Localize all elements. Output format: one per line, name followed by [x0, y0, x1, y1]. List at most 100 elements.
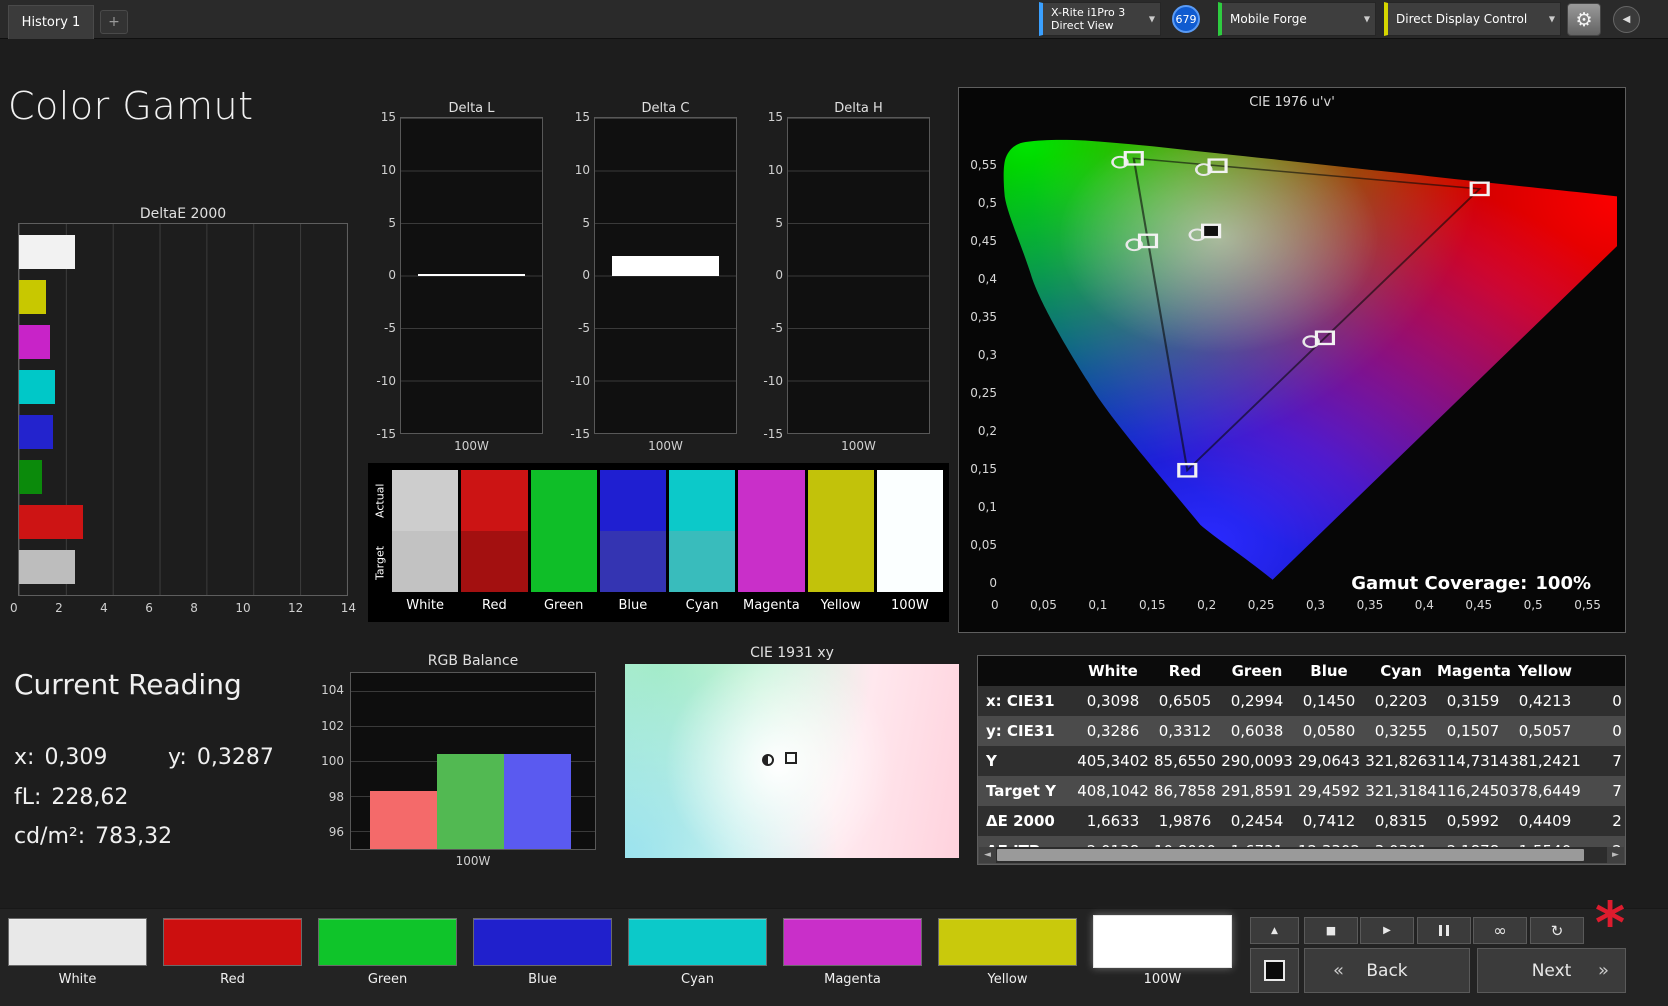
- tcell: 0,2454: [1230, 812, 1284, 830]
- actual-swatch: [738, 470, 805, 531]
- scrollbar-thumb[interactable]: [997, 849, 1584, 861]
- xtick: 0,15: [1138, 598, 1166, 612]
- ytick: 0,45: [970, 234, 997, 248]
- ytick: 0: [775, 268, 783, 283]
- tcell: 0,4213: [1518, 692, 1572, 710]
- ytick: 10: [767, 162, 783, 177]
- gamut-coverage-value: 100%: [1535, 573, 1591, 594]
- tcell: 291,8591: [1221, 782, 1293, 800]
- deltae-bar: [36, 324, 51, 359]
- app-window: History 1 + X-Rite i1Pro 3 Direct View ▼…: [0, 0, 1668, 1006]
- patch-label: Cyan: [681, 972, 714, 987]
- tcell: 0,6505: [1158, 692, 1212, 710]
- ytick: -5: [578, 321, 590, 336]
- tcell: 0,5057: [1518, 722, 1572, 740]
- next-button[interactable]: Next »: [1477, 948, 1626, 993]
- rgb-bars: [370, 673, 571, 849]
- ytick: 0,4: [977, 272, 997, 286]
- tcol: White: [1088, 662, 1138, 680]
- deltae-row-white: [19, 233, 347, 271]
- meter-dropdown[interactable]: X-Rite i1Pro 3 Direct View ▼: [1039, 2, 1161, 36]
- patch-button-cyan[interactable]: [628, 918, 767, 966]
- cie1976-y-axis-labels: 0,55 0,5 0,45 0,4 0,35 0,3 0,25 0,2 0,15 0,1 0,05 0: [963, 158, 997, 590]
- ytick: 0,35: [970, 310, 997, 324]
- patch-button-yellow[interactable]: [938, 918, 1077, 966]
- swatch-label: White: [406, 597, 445, 613]
- swatch-label: Yellow: [820, 597, 861, 613]
- cie1931-title: CIE 1931 xy: [750, 645, 834, 661]
- patch-button-100w[interactable]: [1093, 915, 1232, 968]
- patch-button-green[interactable]: [318, 918, 457, 966]
- pattern-window-button[interactable]: [1250, 948, 1299, 993]
- settings-button[interactable]: ⚙: [1567, 3, 1601, 36]
- reading-cd: cd/m²: 783,32: [14, 824, 172, 849]
- measure-asterisk-button[interactable]: *: [1588, 894, 1632, 952]
- patch-button-magenta[interactable]: [783, 918, 922, 966]
- scroll-right-arrow[interactable]: ►: [1607, 847, 1624, 863]
- patch-button-red[interactable]: [163, 918, 302, 966]
- tcell: 381,2421: [1509, 752, 1581, 770]
- tcell: 7: [1612, 752, 1622, 770]
- patch-button-white[interactable]: [8, 918, 147, 966]
- play-button[interactable]: ▶: [1360, 917, 1414, 944]
- page-title: Color Gamut: [8, 84, 254, 128]
- swatch-label: Red: [482, 597, 507, 613]
- tcell: 408,1042: [1077, 782, 1149, 800]
- cie1976-panel: CIE 1976 u'v' 0,55 0,5 0,45 0,4 0,35 0,3 0,25 0…: [958, 87, 1626, 633]
- source-dropdown[interactable]: Mobile Forge ▼: [1218, 2, 1376, 36]
- refresh-button[interactable]: ↻: [1530, 917, 1584, 944]
- cie1931-marker-actual-white: [761, 754, 774, 766]
- deltae-row-magenta: [19, 323, 347, 361]
- ytick: -10: [376, 374, 396, 389]
- current-reading-title: Current Reading: [14, 668, 242, 701]
- patch-label: Red: [220, 972, 245, 987]
- chart-title: Delta H: [834, 101, 883, 116]
- rgb-bar-red: [370, 790, 437, 849]
- history-tab[interactable]: History 1: [8, 5, 94, 39]
- ytick: -15: [376, 426, 396, 441]
- reading-x-label: x:: [14, 745, 35, 770]
- xtick: 0,5: [1523, 598, 1543, 612]
- target-swatch: [669, 531, 736, 592]
- deltae-swatch: [19, 369, 36, 404]
- display-control-dropdown[interactable]: Direct Display Control ▼: [1384, 2, 1561, 36]
- patch-label: Yellow: [987, 972, 1028, 987]
- patch-button-blue[interactable]: [473, 918, 612, 966]
- collapse-panel-button[interactable]: ◀: [1613, 6, 1640, 33]
- ytick: 0,15: [970, 462, 997, 476]
- rgb-bar-blue: [504, 753, 571, 849]
- xtick: 0,25: [1247, 598, 1275, 612]
- ytick: 100: [321, 754, 344, 768]
- reading-y-label: y:: [168, 745, 187, 770]
- ytick: 98: [328, 789, 344, 804]
- tcell: 0,3159: [1446, 692, 1500, 710]
- add-tab-button[interactable]: +: [100, 10, 128, 34]
- tcell: 0,8315: [1374, 812, 1428, 830]
- tcol: Yellow: [1517, 662, 1573, 680]
- tcell: 405,3402: [1077, 752, 1149, 770]
- xtick: 0: [10, 601, 18, 615]
- pause-button[interactable]: [1417, 917, 1471, 944]
- infinity-icon: ∞: [1493, 921, 1507, 940]
- scroll-left-arrow[interactable]: ◄: [979, 847, 996, 863]
- reading-fl-label: fL:: [14, 785, 42, 810]
- deltae-x-axis-labels: 0 2 4 6 8 10 12 14: [10, 601, 356, 615]
- ytick: 15: [767, 110, 783, 124]
- swatch-label: Magenta: [743, 597, 800, 613]
- tcell: 0,7412: [1302, 812, 1356, 830]
- table-horizontal-scrollbar[interactable]: ◄ ►: [979, 847, 1624, 863]
- next-label: Next: [1531, 960, 1572, 981]
- cie-target-marker-white: [1200, 223, 1222, 239]
- tcol: Red: [1168, 662, 1202, 680]
- deltae-row-red: [19, 503, 347, 541]
- stop-button[interactable]: ■: [1304, 917, 1358, 944]
- measurement-table: White Red Green Blue Cyan Magenta Yellow x: CI…: [977, 655, 1626, 865]
- back-button[interactable]: « Back: [1304, 948, 1470, 993]
- scroll-up-button[interactable]: ▲: [1250, 917, 1299, 944]
- continuous-measure-button[interactable]: ∞: [1473, 917, 1527, 944]
- deltae-row-cyan: [19, 368, 347, 406]
- deltae-bar: [36, 234, 75, 269]
- y-axis-labels: 15 10 5 0 -5 -10 -15: [369, 110, 396, 441]
- tcell: 85,6550: [1153, 752, 1217, 770]
- ytick: -5: [771, 321, 783, 336]
